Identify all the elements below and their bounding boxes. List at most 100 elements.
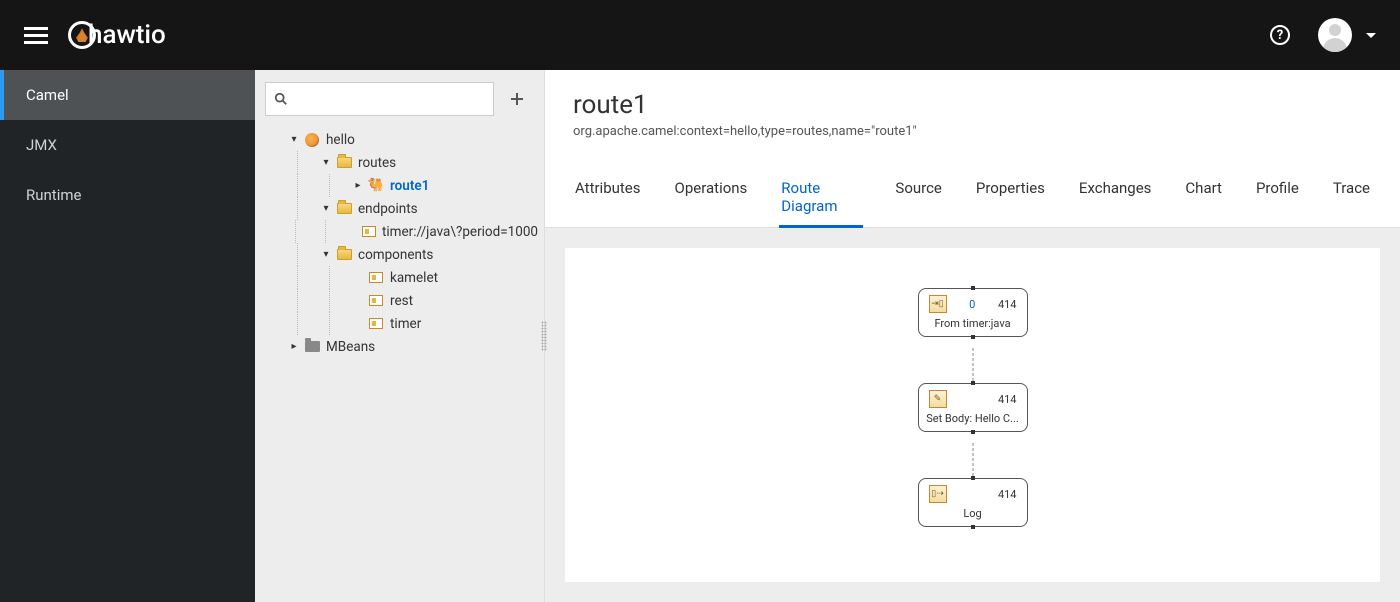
sidebar-item-camel[interactable]: Camel (0, 70, 255, 120)
tab-operations[interactable]: Operations (673, 169, 750, 228)
tree-label: rest (390, 293, 413, 309)
endpoint-icon (368, 271, 384, 285)
diagram-node-from[interactable]: ⇥▯ 0 414 From timer:java (918, 288, 1028, 337)
tree-node-component-kamelet[interactable]: kamelet (255, 266, 538, 289)
diagram-node-log[interactable]: ▯⇢ 414 Log (918, 478, 1028, 527)
node-port-top (971, 476, 975, 480)
tree-search[interactable] (265, 82, 494, 116)
main-panel: route1 org.apache.camel:context=hello,ty… (545, 70, 1400, 602)
hamburger-menu-icon[interactable] (24, 23, 48, 48)
logo-flame-icon (68, 21, 96, 49)
user-avatar[interactable] (1318, 18, 1352, 52)
node-label: From timer:java (919, 315, 1027, 336)
sidebar-item-runtime[interactable]: Runtime (0, 170, 255, 220)
chevron-right-icon[interactable]: ▸ (287, 341, 301, 352)
tree-label: timer://java\?period=1000 (382, 224, 538, 240)
page-title: route1 (573, 90, 1372, 120)
add-button[interactable] (500, 82, 534, 116)
tree-node-context[interactable]: ▾ hello (255, 128, 538, 151)
chevron-down-icon[interactable]: ▾ (319, 157, 333, 168)
tree-label: routes (358, 155, 396, 171)
sidebar-item-label: JMX (26, 136, 57, 154)
chevron-right-icon[interactable]: ▸ (351, 180, 365, 191)
help-icon[interactable]: ? (1270, 25, 1290, 45)
from-endpoint-icon: ⇥▯ (929, 295, 947, 313)
tree-node-route1[interactable]: ▸ 🐫 route1 (255, 174, 538, 197)
diagram-node-setbody[interactable]: ✎ 414 Set Body: Hello C... (918, 383, 1028, 432)
tree-node-routes[interactable]: ▾ routes (255, 151, 538, 174)
log-icon: ▯⇢ (929, 485, 947, 503)
tab-source[interactable]: Source (893, 169, 943, 228)
tree-label: endpoints (358, 201, 418, 217)
tab-label: Attributes (575, 179, 641, 197)
tree-panel: ▾ hello ▾ routes ▸ 🐫 route1 ▾ (255, 70, 545, 602)
app-header: hawtio ? (0, 0, 1400, 70)
folder-closed-icon (304, 340, 320, 354)
search-input[interactable] (290, 91, 485, 107)
node-total-count: 414 (998, 393, 1017, 406)
node-label: Set Body: Hello C... (919, 410, 1027, 431)
tree-node-mbeans[interactable]: ▸ MBeans (255, 335, 538, 358)
tab-exchanges[interactable]: Exchanges (1077, 169, 1154, 228)
page-subtitle: org.apache.camel:context=hello,type=rout… (573, 124, 1372, 139)
route-diagram-canvas[interactable]: ⇥▯ 0 414 From timer:java ✎ 414 (565, 248, 1380, 582)
folder-open-icon (336, 202, 352, 216)
tree-node-component-timer[interactable]: timer (255, 312, 538, 335)
endpoint-icon (361, 225, 376, 239)
camel-context-icon (304, 133, 320, 147)
tab-properties[interactable]: Properties (974, 169, 1047, 228)
tree-label: route1 (390, 178, 429, 194)
main-tabs: Attributes Operations Route Diagram Sour… (545, 169, 1400, 228)
chevron-down-icon[interactable]: ▾ (287, 134, 301, 145)
chevron-down-icon[interactable]: ▾ (319, 249, 333, 260)
primary-sidebar: Camel JMX Runtime (0, 70, 255, 602)
folder-open-icon (336, 156, 352, 170)
tree-node-components[interactable]: ▾ components (255, 243, 538, 266)
tab-profile[interactable]: Profile (1254, 169, 1301, 228)
tree-label: hello (326, 132, 355, 148)
tree-label: kamelet (390, 270, 438, 286)
tree-node-endpoint-timer[interactable]: timer://java\?period=1000 (255, 220, 538, 243)
app-logo[interactable]: hawtio (68, 20, 166, 50)
search-icon (274, 92, 288, 106)
tab-chart[interactable]: Chart (1183, 169, 1224, 228)
tree-node-endpoints[interactable]: ▾ endpoints (255, 197, 538, 220)
tree-label: MBeans (326, 339, 375, 355)
node-port-top (971, 381, 975, 385)
tab-label: Trace (1333, 179, 1370, 197)
tree-label: timer (390, 316, 421, 332)
tree-node-component-rest[interactable]: rest (255, 289, 538, 312)
diagram-connector (972, 348, 973, 381)
tab-label: Source (895, 179, 941, 197)
tree-label: components (358, 247, 433, 263)
user-menu-caret-icon[interactable] (1366, 33, 1376, 38)
sidebar-item-label: Runtime (26, 186, 81, 204)
node-inflight-count: 0 (969, 298, 975, 311)
panel-resize-handle[interactable] (541, 321, 547, 351)
tab-trace[interactable]: Trace (1331, 169, 1372, 228)
logo-text: hawtio (88, 20, 166, 50)
node-total-count: 414 (998, 488, 1017, 501)
endpoint-icon (368, 294, 384, 308)
sidebar-item-jmx[interactable]: JMX (0, 120, 255, 170)
chevron-down-icon[interactable]: ▾ (319, 203, 333, 214)
tab-attributes[interactable]: Attributes (573, 169, 643, 228)
route-icon: 🐫 (368, 179, 384, 193)
tab-label: Operations (675, 179, 748, 197)
tab-label: Profile (1256, 179, 1299, 197)
tab-label: Chart (1185, 179, 1222, 197)
sidebar-item-label: Camel (26, 86, 69, 104)
endpoint-icon (368, 317, 384, 331)
node-total-count: 414 (998, 298, 1017, 311)
node-port-bottom (971, 430, 975, 434)
route-diagram-area: ⇥▯ 0 414 From timer:java ✎ 414 (545, 228, 1400, 602)
folder-open-icon (336, 248, 352, 262)
diagram-connector (972, 443, 973, 476)
node-label: Log (919, 505, 1027, 526)
tab-route-diagram[interactable]: Route Diagram (779, 169, 863, 228)
tab-label: Route Diagram (781, 179, 837, 215)
setbody-icon: ✎ (929, 390, 947, 408)
node-port-top (971, 286, 975, 290)
node-port-bottom (971, 525, 975, 529)
tab-label: Properties (976, 179, 1045, 197)
